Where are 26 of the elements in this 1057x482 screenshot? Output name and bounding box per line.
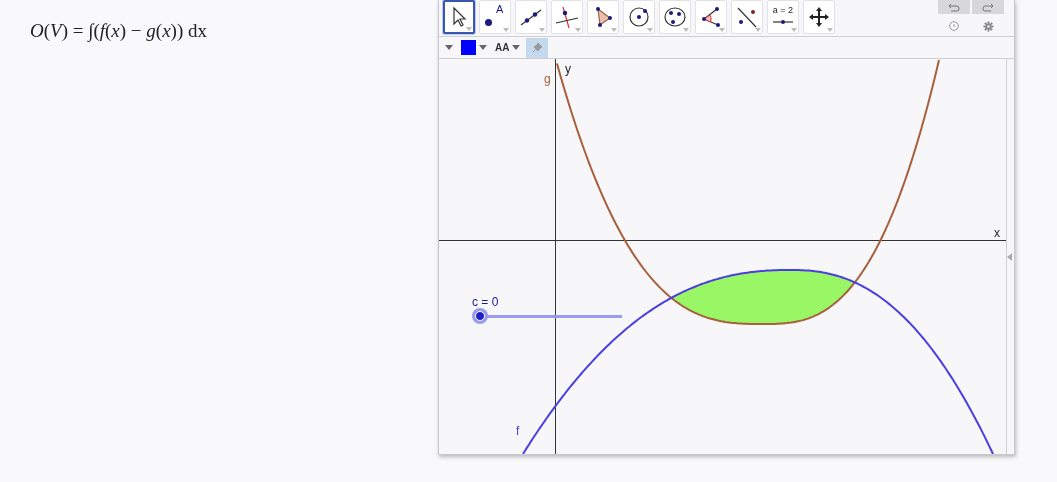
slider-label: c = 0 [472,295,499,309]
pin-button[interactable] [526,37,549,58]
pin-icon [531,42,543,53]
undo-icon [948,2,960,12]
slider-thumb[interactable] [472,308,488,324]
text-size-button[interactable]: AA [493,37,523,58]
x-axis-label: x [994,227,1000,239]
point-icon [484,18,492,26]
perpendicular-lines-icon [555,5,579,29]
circle-icon [627,5,651,29]
tool-button[interactable] [443,0,475,34]
ellipse-icon [663,5,687,29]
function-label: f [516,425,520,437]
integral-formula: O(V) = ∫(f(x) − g(x)) dx [30,20,207,41]
help-icon [949,21,959,31]
four-way-arrow-icon [807,5,831,29]
line-and-points-icon [735,5,759,29]
redo-icon [982,2,994,12]
tool-button[interactable]: a = 2 [767,0,799,34]
angle-icon [699,5,723,29]
settings-icon [982,20,994,32]
slider[interactable] [472,308,622,324]
function-label: g [544,73,551,85]
y-axis-label: y [565,63,571,75]
color-button[interactable] [459,37,489,58]
tool-button[interactable]: A [479,0,511,34]
